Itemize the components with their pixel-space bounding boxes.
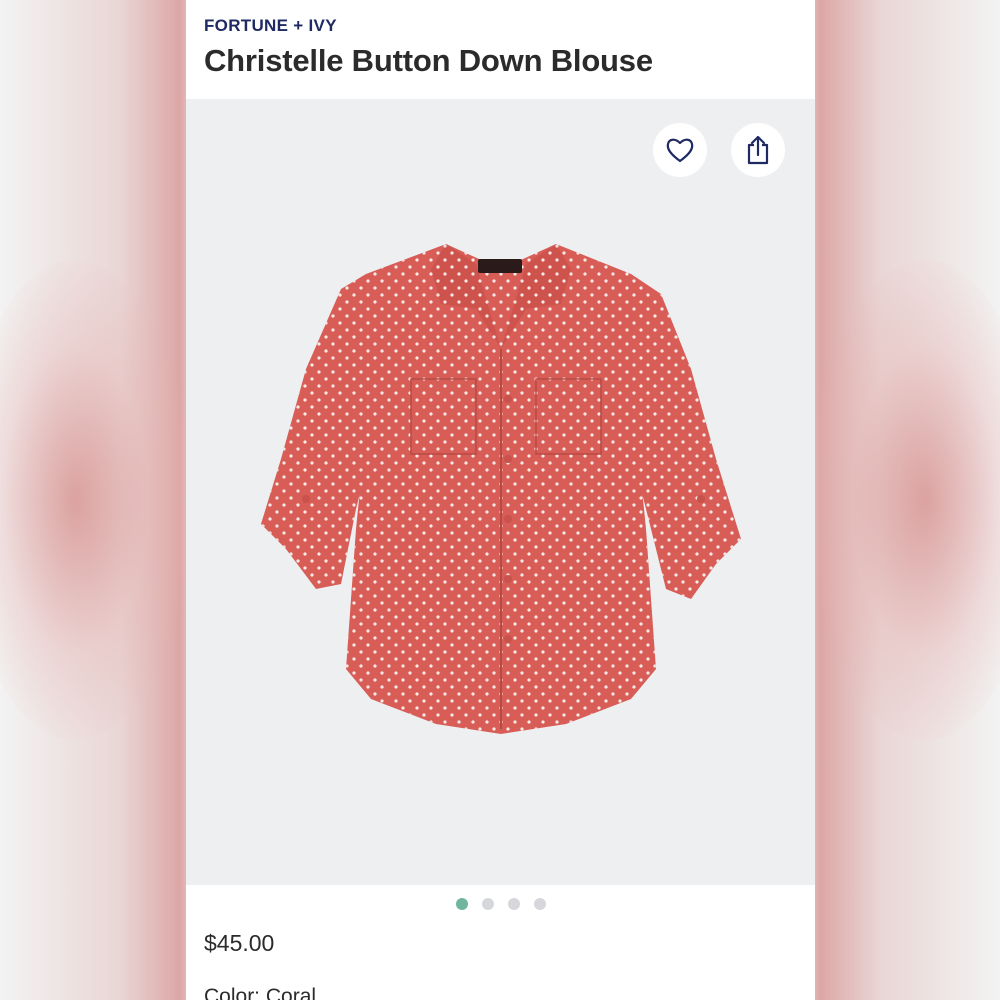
share-icon bbox=[747, 135, 769, 165]
carousel-dot-4[interactable] bbox=[533, 898, 546, 910]
carousel-dot-1[interactable] bbox=[455, 898, 468, 910]
product-title: Christelle Button Down Blouse bbox=[204, 43, 653, 78]
carousel-dot-2[interactable] bbox=[481, 898, 494, 910]
color-value: Coral bbox=[265, 985, 317, 1000]
product-price: $45.00 bbox=[204, 930, 275, 956]
color-info: Color: Coral bbox=[204, 985, 316, 1000]
favorite-button[interactable] bbox=[653, 123, 707, 177]
share-button[interactable] bbox=[731, 123, 785, 177]
product-page: FORTUNE + IVY Christelle Button Down Blo… bbox=[186, 0, 815, 1000]
blurred-right-edge bbox=[810, 260, 1000, 740]
product-image-carousel[interactable] bbox=[186, 99, 815, 885]
color-label: Color: bbox=[204, 985, 266, 1000]
brand-name[interactable]: FORTUNE + IVY bbox=[204, 16, 797, 36]
heart-icon bbox=[666, 138, 694, 163]
blouse-image bbox=[261, 244, 741, 734]
product-header: FORTUNE + IVY Christelle Button Down Blo… bbox=[186, 0, 815, 99]
carousel-dot-3[interactable] bbox=[507, 898, 520, 910]
blurred-left-edge bbox=[0, 260, 190, 740]
carousel-indicators bbox=[186, 898, 815, 910]
